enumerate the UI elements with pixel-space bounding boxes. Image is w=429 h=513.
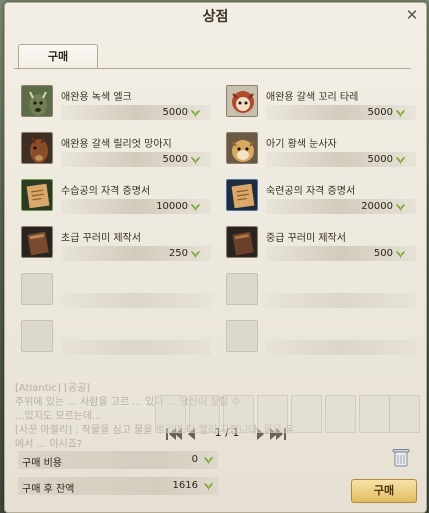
price-bar <box>61 293 211 308</box>
item-name: 애완용 갈색 릴리엇 망아지 <box>61 139 172 150</box>
apprentice-certificate-icon <box>21 179 53 211</box>
item-name: 중급 꾸러미 제작서 <box>266 233 346 244</box>
purchase-slot[interactable] <box>291 395 322 433</box>
journeyman-certificate-icon <box>226 179 258 211</box>
brown-tail-tare-icon <box>226 85 258 117</box>
leaf-currency-icon <box>190 156 201 166</box>
balance-after-label: 구매 후 잔액 <box>22 484 75 495</box>
empty-item-slot <box>219 265 416 308</box>
price-bar <box>61 340 211 355</box>
balance-after-value: 1616 <box>172 480 198 491</box>
item-name: 애완용 녹색 엘크 <box>61 92 132 103</box>
purchase-slot[interactable] <box>189 395 220 433</box>
price-bar <box>266 293 416 308</box>
item-price: 10000 <box>156 201 188 212</box>
leaf-currency-icon <box>190 109 201 119</box>
price-bar <box>266 246 416 261</box>
green-elk-icon <box>21 85 53 117</box>
list-item[interactable]: 중급 꾸러미 제작서 500 <box>219 218 416 261</box>
empty-slot-icon <box>226 273 258 305</box>
leaf-currency-icon <box>190 203 201 213</box>
item-price: 250 <box>168 248 188 259</box>
list-item[interactable]: 숙련공의 자격 증명서 20000 <box>219 171 416 214</box>
price-bar <box>266 105 416 120</box>
purchase-slot[interactable] <box>257 395 288 433</box>
background-chat-line: 에서 ... 이시죠? <box>15 439 83 450</box>
window-title: 상점 <box>202 9 229 25</box>
list-item[interactable]: 아기 황색 눈사자 5000 <box>219 124 416 167</box>
leaf-currency-icon <box>203 456 214 466</box>
item-price: 5000 <box>162 154 188 165</box>
item-price: 5000 <box>367 154 393 165</box>
price-bar <box>61 152 211 167</box>
price-bar <box>266 340 416 355</box>
item-price: 5000 <box>162 107 188 118</box>
purchase-slot[interactable] <box>155 395 186 433</box>
shop-window: 상점 ✕ 구매 애완용 녹색 엘크 5000 애완용 갈색 꼬리 타레 5000… <box>4 2 427 513</box>
price-bar <box>61 246 211 261</box>
list-item[interactable]: 수습공의 자격 증명서 10000 <box>14 171 211 214</box>
item-price: 5000 <box>367 107 393 118</box>
purchase-slot[interactable] <box>223 395 254 433</box>
list-item[interactable]: 애완용 갈색 꼬리 타레 5000 <box>219 77 416 120</box>
empty-item-slot <box>219 312 416 355</box>
price-bar <box>266 199 416 214</box>
leaf-currency-icon <box>395 109 406 119</box>
empty-item-slot <box>14 312 211 355</box>
empty-slot-icon <box>21 320 53 352</box>
list-item[interactable]: 애완용 녹색 엘크 5000 <box>14 77 211 120</box>
list-item[interactable]: 애완용 갈색 릴리엇 망아지 5000 <box>14 124 211 167</box>
price-bar <box>61 105 211 120</box>
background-chat-line: [Atlantic] [공공] <box>15 383 91 394</box>
purchase-slots <box>5 395 426 435</box>
balance-after-row: 구매 후 잔액 1616 <box>18 477 218 495</box>
purchase-cost-label: 구매 비용 <box>22 458 62 469</box>
leaf-currency-icon <box>190 250 201 260</box>
intermediate-bundle-book-icon <box>226 226 258 258</box>
item-name: 숙련공의 자격 증명서 <box>266 186 356 197</box>
yellow-snow-lion-icon <box>226 132 258 164</box>
empty-slot-icon <box>226 320 258 352</box>
trash-icon[interactable] <box>392 447 410 467</box>
tab-buy[interactable]: 구매 <box>18 44 98 69</box>
purchase-slot[interactable] <box>325 395 356 433</box>
purchase-slot[interactable] <box>389 395 420 433</box>
item-name: 초급 꾸러미 제작서 <box>61 233 141 244</box>
list-item[interactable]: 초급 꾸러미 제작서 250 <box>14 218 211 261</box>
close-icon[interactable]: ✕ <box>402 5 422 25</box>
purchase-cost-row: 구매 비용 0 <box>18 451 218 469</box>
leaf-currency-icon <box>203 482 214 492</box>
price-bar <box>266 152 416 167</box>
item-name: 애완용 갈색 꼬리 타레 <box>266 92 359 103</box>
item-name: 수습공의 자격 증명서 <box>61 186 151 197</box>
price-bar <box>61 199 211 214</box>
leaf-currency-icon <box>395 250 406 260</box>
leaf-currency-icon <box>395 156 406 166</box>
buy-button[interactable]: 구매 <box>351 479 417 503</box>
brown-foal-icon <box>21 132 53 164</box>
item-name: 아기 황색 눈사자 <box>266 139 337 150</box>
purchase-slot[interactable] <box>359 395 390 433</box>
basic-bundle-book-icon <box>21 226 53 258</box>
empty-slot-icon <box>21 273 53 305</box>
item-price: 20000 <box>361 201 393 212</box>
purchase-cost-value: 0 <box>191 454 198 465</box>
leaf-currency-icon <box>395 203 406 213</box>
empty-item-slot <box>14 265 211 308</box>
item-price: 500 <box>373 248 393 259</box>
